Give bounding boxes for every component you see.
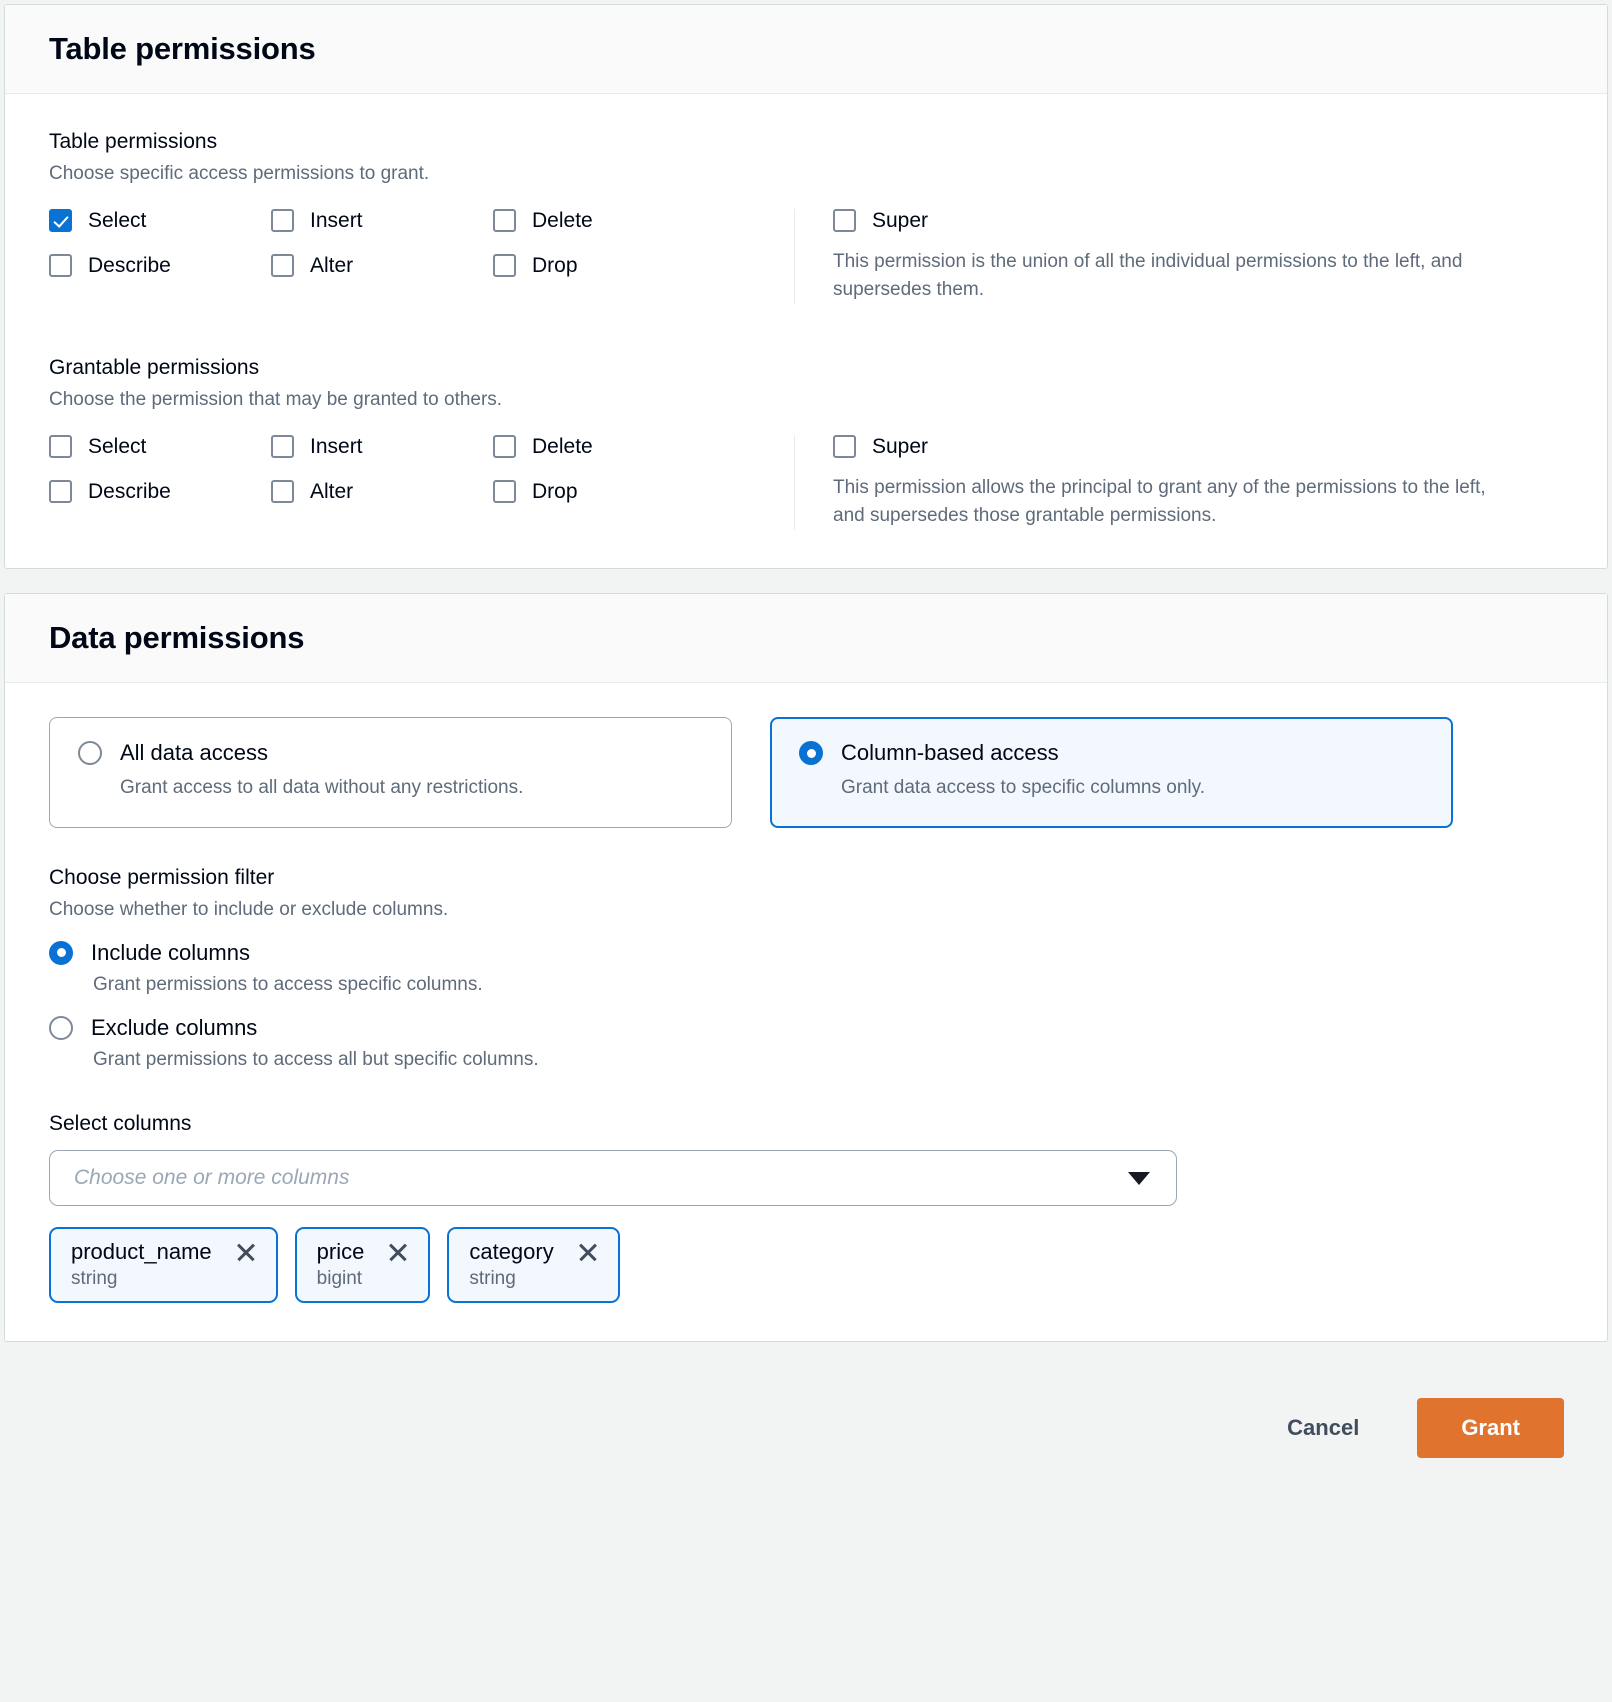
checkbox-table-super[interactable]: Super [833,209,1563,232]
checkbox-table-alter[interactable]: Alter [271,254,493,277]
checkbox-icon[interactable] [833,435,856,458]
checkbox-icon[interactable] [493,480,516,503]
checkbox-icon[interactable] [49,254,72,277]
select-columns-input[interactable]: Choose one or more columns [49,1150,1177,1206]
access-mode-tiles: All data access Grant access to all data… [49,717,1563,828]
select-columns-group: Select columns Choose one or more column… [49,1112,1563,1303]
table-permissions-header: Table permissions [5,5,1607,94]
close-icon[interactable] [234,1240,258,1264]
radio-include-columns[interactable]: Include columns Grant permissions to acc… [49,941,1563,998]
checkbox-table-delete[interactable]: Delete [493,209,794,232]
tile-description: Grant data access to specific columns on… [841,776,1424,801]
checkbox-table-describe[interactable]: Describe [49,254,271,277]
table-permissions-checkbox-grid: Select Insert Delete [49,209,794,304]
data-permissions-panel: Data permissions All data access Grant a… [4,593,1608,1342]
checkbox-grantable-select[interactable]: Select [49,435,271,458]
checkbox-icon[interactable] [493,435,516,458]
tile-all-data-access[interactable]: All data access Grant access to all data… [49,717,732,828]
checkbox-icon[interactable] [271,480,294,503]
table-permissions-body: Table permissions Choose specific access… [5,94,1607,568]
grant-button[interactable]: Grant [1417,1398,1564,1458]
data-permissions-header: Data permissions [5,594,1607,683]
table-permissions-panel: Table permissions Table permissions Choo… [4,4,1608,569]
checkbox-icon[interactable] [493,254,516,277]
grantable-permissions-description: Choose the permission that may be grante… [49,387,1563,413]
table-permissions-options-block: Select Insert Delete [49,209,1563,304]
radio-description: Grant permissions to access all but spec… [93,1048,1563,1073]
token-type: string [469,1269,599,1290]
token-type: string [71,1269,258,1290]
close-icon[interactable] [386,1240,410,1264]
grantable-permissions-label: Grantable permissions [49,354,1563,381]
grantable-permissions-super-block: Super This permission allows the princip… [794,435,1563,530]
radio-icon[interactable] [78,741,102,765]
checkbox-icon-checked[interactable] [49,209,72,232]
checkbox-grantable-drop[interactable]: Drop [493,480,794,503]
checkbox-table-drop[interactable]: Drop [493,254,794,277]
checkbox-grantable-super[interactable]: Super [833,435,1563,458]
panel-spacer [4,569,1608,593]
radio-exclude-columns[interactable]: Exclude columns Grant permissions to acc… [49,1016,1563,1073]
token-category[interactable]: category string [447,1227,619,1303]
table-super-description: This permission is the union of all the … [833,248,1493,304]
select-columns-label: Select columns [49,1112,1563,1136]
tile-description: Grant access to all data without any res… [120,776,703,801]
divider-spacer [49,304,1563,354]
checkbox-table-select[interactable]: Select [49,209,271,232]
checkbox-table-insert[interactable]: Insert [271,209,493,232]
selected-column-tokens: product_name string price bigint [49,1227,1563,1303]
checkbox-icon[interactable] [271,209,294,232]
checkbox-grantable-describe[interactable]: Describe [49,480,271,503]
checkbox-grantable-delete[interactable]: Delete [493,435,794,458]
checkbox-icon[interactable] [493,209,516,232]
checkbox-icon[interactable] [271,435,294,458]
close-icon[interactable] [576,1240,600,1264]
radio-icon-selected[interactable] [799,741,823,765]
data-permissions-body: All data access Grant access to all data… [5,683,1607,1341]
checkbox-grantable-alter[interactable]: Alter [271,480,493,503]
permission-filter-description: Choose whether to include or exclude col… [49,897,1563,923]
radio-description: Grant permissions to access specific col… [93,973,1563,998]
grantable-permissions-options-block: Select Insert Delete [49,435,1563,530]
form-actions: Cancel Grant [4,1364,1608,1492]
permission-filter-label: Choose permission filter [49,864,1563,891]
select-columns-placeholder: Choose one or more columns [74,1166,1128,1190]
grantable-super-description: This permission allows the principal to … [833,474,1493,530]
table-permissions-super-block: Super This permission is the union of al… [794,209,1563,304]
page-title: Table permissions [49,31,1563,67]
cancel-button[interactable]: Cancel [1269,1403,1377,1453]
radio-icon[interactable] [49,1016,73,1040]
checkbox-grantable-insert[interactable]: Insert [271,435,493,458]
checkbox-icon[interactable] [833,209,856,232]
token-product-name[interactable]: product_name string [49,1227,278,1303]
tile-column-based-access[interactable]: Column-based access Grant data access to… [770,717,1453,828]
checkbox-icon[interactable] [49,435,72,458]
radio-icon-selected[interactable] [49,941,73,965]
table-permissions-group: Table permissions Choose specific access… [49,128,1563,304]
token-type: bigint [317,1269,411,1290]
permissions-page: Table permissions Table permissions Choo… [0,0,1612,1702]
permission-filter-group: Choose permission filter Choose whether … [49,864,1563,1072]
token-price[interactable]: price bigint [295,1227,431,1303]
data-permissions-title: Data permissions [49,620,1563,656]
grantable-permissions-checkbox-grid: Select Insert Delete [49,435,794,530]
chevron-down-icon[interactable] [1128,1172,1150,1185]
table-permissions-label: Table permissions [49,128,1563,155]
table-permissions-description: Choose specific access permissions to gr… [49,161,1563,187]
grantable-permissions-group: Grantable permissions Choose the permiss… [49,354,1563,530]
checkbox-icon[interactable] [49,480,72,503]
checkbox-icon[interactable] [271,254,294,277]
